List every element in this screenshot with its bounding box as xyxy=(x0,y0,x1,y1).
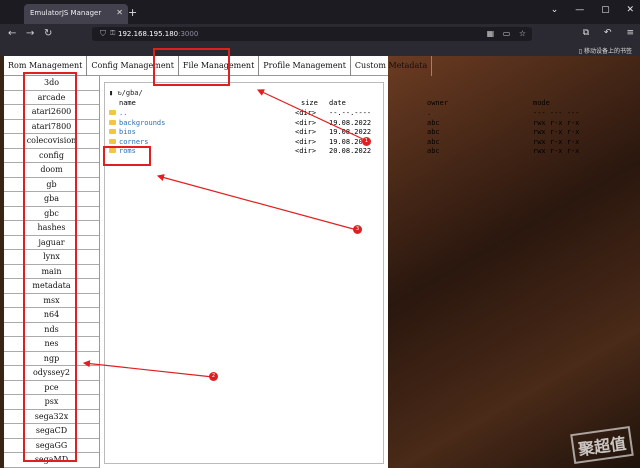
arrow-3 xyxy=(156,174,358,231)
annotation-arrows xyxy=(82,89,366,378)
browser-window: EmulatorJS Manager ✕ + ⌄ — ▢ ✕ ← → ↻ ⛉ ⚿… xyxy=(0,0,640,468)
marker-1: 1 xyxy=(362,137,371,146)
arrow-2 xyxy=(82,360,214,378)
arrow-1 xyxy=(256,89,366,141)
marker-3: 3 xyxy=(353,225,362,234)
marker-2: 2 xyxy=(209,372,218,381)
